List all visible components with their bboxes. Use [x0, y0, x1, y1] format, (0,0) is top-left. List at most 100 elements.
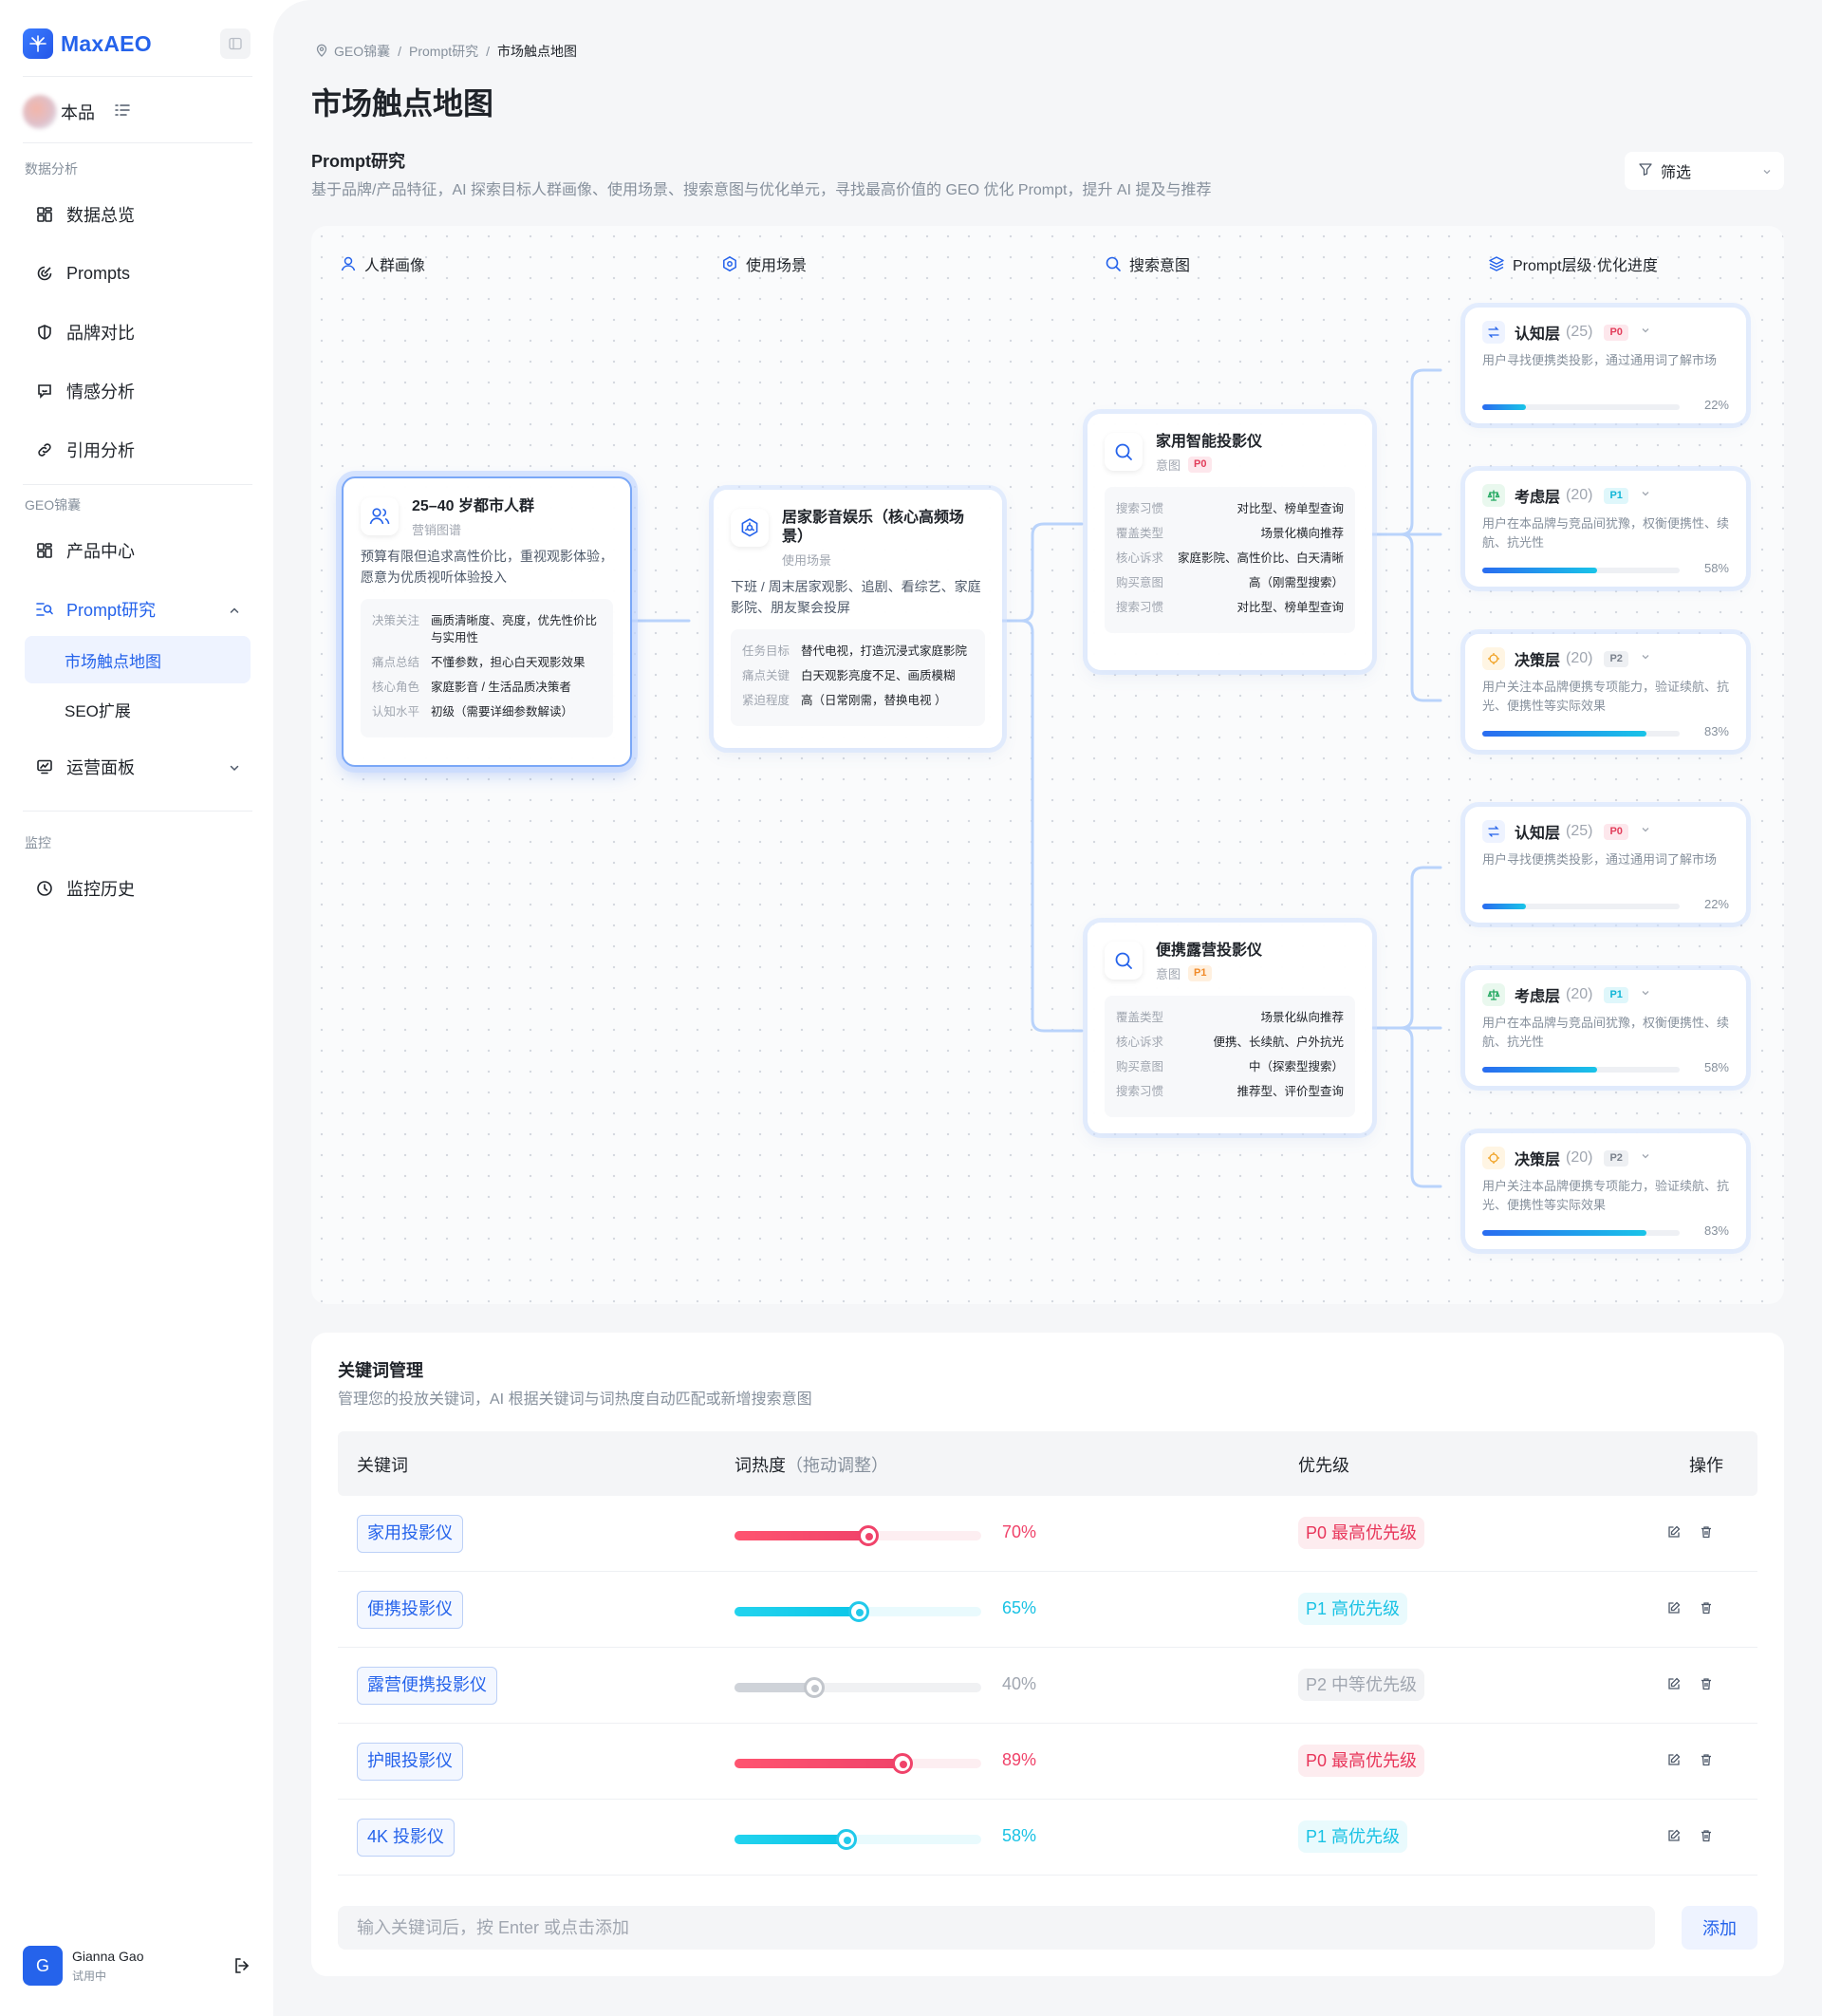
attribute-row: 搜索习惯 对比型、榜单型查询 [1116, 599, 1344, 616]
node-attributes: 搜索习惯 对比型、榜单型查询 覆盖类型 场景化横向推荐 核心诉求 家庭影院、高性价比、… [1105, 487, 1355, 633]
attribute-value: 画质清晰度、亮度，优先性价比与实用性 [431, 614, 598, 644]
column-header-scene: 使用场景 [721, 252, 807, 275]
sidebar-item-product-center[interactable]: 产品中心 [25, 528, 251, 573]
chevron-down-icon[interactable] [1640, 487, 1651, 504]
trash-icon[interactable] [1699, 1676, 1714, 1696]
sidebar-item-prompt-research[interactable]: Prompt研究 [25, 587, 251, 632]
priority-badge: P0 最高优先级 [1298, 1745, 1425, 1777]
slider-handle[interactable] [836, 1829, 858, 1850]
switch-icon [1482, 820, 1505, 843]
sidebar-collapse-button[interactable] [220, 28, 251, 59]
trash-icon[interactable] [1699, 1600, 1714, 1620]
slider-fill [734, 1607, 860, 1616]
sidebar-item-overview[interactable]: 数据总览 [25, 192, 251, 237]
slider-handle[interactable] [891, 1753, 913, 1774]
divider [23, 484, 252, 485]
brand-switcher[interactable]: 本品 [23, 95, 131, 129]
sidebar-item-seo-ext[interactable]: SEO扩展 [25, 685, 251, 733]
panel-icon [229, 37, 242, 50]
keyword-tag[interactable]: 护眼投影仪 [357, 1743, 463, 1781]
breadcrumb-item[interactable]: Prompt研究 [409, 42, 478, 61]
filter-select[interactable]: 筛选 [1625, 152, 1784, 190]
heat-slider[interactable] [734, 1601, 981, 1622]
chevron-down-icon[interactable] [1640, 1149, 1651, 1167]
sidebar-item-label: Prompt研究 [66, 601, 157, 620]
edit-icon[interactable] [1666, 1600, 1682, 1620]
attribute-value: 场景化横向推荐 [1260, 527, 1344, 540]
slider-handle[interactable] [803, 1677, 825, 1698]
sidebar-item-ops-panel[interactable]: 运营面板 [25, 744, 251, 790]
column-header-persona: 人群画像 [340, 252, 425, 275]
layer-card[interactable]: 考虑层 (20) P1 用户在本品牌与竞品间犹豫，权衡便携性、续航、抗光性 58… [1465, 471, 1746, 587]
sidebar-item-label: Prompts [66, 263, 131, 283]
node-subtitle: 意图 P0 [1156, 456, 1262, 474]
edit-icon[interactable] [1666, 1524, 1682, 1544]
sidebar-item-monitor-history[interactable]: 监控历史 [25, 866, 251, 911]
trash-icon[interactable] [1699, 1828, 1714, 1848]
intent-node-home[interactable]: 家用智能投影仪 意图 P0 搜索习惯 对比型、榜单型查询 覆盖类型 场景化横向推荐 核… [1088, 414, 1372, 670]
brand-name: 本品 [61, 103, 95, 122]
keyword-tag[interactable]: 家用投影仪 [357, 1515, 463, 1553]
chevron-down-icon[interactable] [1640, 650, 1651, 667]
breadcrumb-separator: / [398, 44, 402, 59]
edit-icon[interactable] [1666, 1752, 1682, 1772]
column-header-intent: 搜索意图 [1105, 252, 1190, 275]
connector [1019, 619, 1084, 1033]
divider [23, 811, 252, 812]
attribute-key: 痛点总结 [372, 656, 420, 669]
progress-bar [1482, 1230, 1680, 1236]
list-icon[interactable] [114, 103, 131, 122]
sidebar-item-touchpoint-map[interactable]: 市场触点地图 [25, 636, 251, 683]
attribute-value: 便携、长续航、户外抗光 [1213, 1036, 1344, 1049]
attribute-row: 认知水平 初级（需要详细参数解读） [372, 703, 602, 720]
priority-tag: P1 [1188, 965, 1213, 981]
layer-card[interactable]: 决策层 (20) P2 用户关注本品牌便携专项能力，验证续航、抗光、便携性等实际… [1465, 1133, 1746, 1249]
chevron-down-icon[interactable] [1640, 324, 1651, 341]
brand-avatar [23, 95, 57, 129]
layer-card[interactable]: 考虑层 (20) P1 用户在本品牌与竞品间犹豫，权衡便携性、续航、抗光性 58… [1465, 970, 1746, 1086]
column-header-heat: 词热度（拖动调整） [734, 1452, 888, 1477]
intent-node-camping[interactable]: 便携露营投影仪 意图 P1 覆盖类型 场景化纵向推荐 核心诉求 便携、长续航、户外抗光… [1088, 923, 1372, 1133]
add-keyword-button[interactable]: 添加 [1682, 1906, 1757, 1950]
keyword-input[interactable] [338, 1906, 1655, 1950]
user-profile[interactable]: G Gianna Gao 试用中 [23, 1946, 252, 1986]
trash-icon[interactable] [1699, 1524, 1714, 1544]
grid-icon [34, 204, 55, 225]
node-attributes: 任务目标 替代电视，打造沉浸式家庭影院 痛点关键 白天观影亮度不足、画质模糊 紧迫程… [731, 629, 985, 726]
layer-card[interactable]: 认知层 (25) P0 用户寻找便携类投影，通过通用词了解市场 22% [1465, 308, 1746, 423]
heat-slider[interactable] [734, 1753, 981, 1774]
edit-icon[interactable] [1666, 1828, 1682, 1848]
column-header-actions: 操作 [1689, 1456, 1723, 1475]
layer-card[interactable]: 决策层 (20) P2 用户关注本品牌便携专项能力，验证续航、抗光、便携性等实际… [1465, 634, 1746, 750]
app-logo[interactable]: MaxAEO [23, 27, 152, 61]
sparkle-icon [1482, 1147, 1505, 1169]
heat-slider[interactable] [734, 1677, 981, 1698]
heat-slider[interactable] [734, 1525, 981, 1546]
keyword-tag[interactable]: 露营便携投影仪 [357, 1667, 497, 1705]
trash-icon[interactable] [1699, 1752, 1714, 1772]
column-header-layers: Prompt层级·优化进度 [1488, 252, 1658, 275]
switch-icon [1482, 321, 1505, 344]
edit-icon[interactable] [1666, 1676, 1682, 1696]
persona-node[interactable]: 25–40 岁都市人群 营销图谱 预算有限但追求高性价比，重视观影体验，愿意为优… [342, 476, 632, 767]
sidebar-item-sentiment[interactable]: 情感分析 [25, 368, 251, 414]
layer-description: 用户寻找便携类投影，通过通用词了解市场 [1482, 852, 1718, 867]
chevron-down-icon[interactable] [1640, 986, 1651, 1003]
logout-icon[interactable] [232, 1955, 252, 1981]
slider-handle[interactable] [857, 1525, 879, 1546]
layer-card[interactable]: 认知层 (25) P0 用户寻找便携类投影，通过通用词了解市场 22% [1465, 807, 1746, 923]
keyword-tag[interactable]: 4K 投影仪 [357, 1819, 456, 1857]
sidebar-item-citation[interactable]: 引用分析 [25, 427, 251, 473]
layer-description: 用户寻找便携类投影，通过通用词了解市场 [1482, 353, 1718, 367]
scene-node[interactable]: 居家影音娱乐（核心高频场景） 使用场景 下班 / 周末居家观影、追剧、看综艺、家… [714, 490, 1002, 748]
chevron-down-icon[interactable] [1640, 823, 1651, 840]
attribute-key: 搜索习惯 [1116, 502, 1164, 515]
keyword-tag[interactable]: 便携投影仪 [357, 1591, 463, 1629]
heat-slider[interactable] [734, 1829, 981, 1850]
attribute-row: 覆盖类型 场景化纵向推荐 [1116, 1009, 1344, 1026]
sidebar-item-brand-compare[interactable]: 品牌对比 [25, 309, 251, 355]
node-description: 预算有限但追求高性价比，重视观影体验，愿意为优质视听体验投入 [361, 549, 613, 585]
breadcrumb-item[interactable]: GEO锦囊 [334, 42, 390, 61]
slider-handle[interactable] [848, 1601, 870, 1622]
sidebar-item-prompts[interactable]: Prompts [25, 251, 251, 296]
